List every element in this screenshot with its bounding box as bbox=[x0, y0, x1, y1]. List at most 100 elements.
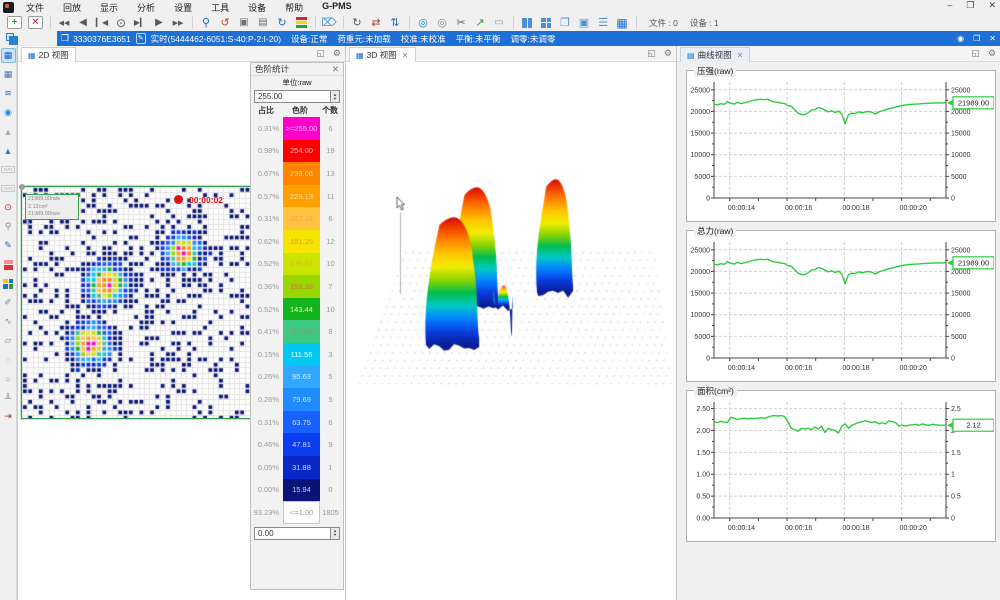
device-mode: 实时(5444462-6051:S-40:P-2:I-20) bbox=[151, 33, 281, 45]
min-spinner[interactable]: ▲▼ bbox=[330, 528, 339, 539]
menu-item-7[interactable]: 帮助 bbox=[283, 1, 305, 14]
share-icon[interactable]: ↗ bbox=[471, 15, 489, 30]
polyline-icon[interactable]: ∿ bbox=[1, 314, 16, 329]
pressure-grid-region[interactable]: 21989.00raw 2.12cm² 21989.00raw Y 00:00:… bbox=[21, 186, 252, 419]
pressure-heatmap-canvas[interactable] bbox=[22, 187, 251, 418]
region-icon[interactable]: ▭ bbox=[490, 15, 508, 30]
swap-vertical-icon[interactable]: ⇅ bbox=[386, 15, 404, 30]
pin-icon[interactable]: ⚲ bbox=[197, 15, 215, 30]
tab-3d-view[interactable]: ▦ 3D 视图 ✕ bbox=[349, 47, 416, 62]
export-region-icon[interactable]: ⇥ bbox=[1, 409, 16, 424]
menu-item-2[interactable]: 显示 bbox=[98, 1, 120, 14]
max-level-input[interactable]: 255.00 ▲▼ bbox=[254, 90, 340, 103]
menu-item-0[interactable]: 文件 bbox=[24, 1, 46, 14]
list-view-icon[interactable]: ☰ bbox=[594, 15, 612, 30]
polygon-node-icon[interactable]: ◌ bbox=[1, 352, 16, 367]
menu-item-8[interactable]: G-PMS bbox=[320, 1, 354, 14]
view-curve-icon[interactable]: ◉ bbox=[1, 105, 16, 120]
recording-dot-icon bbox=[174, 195, 183, 204]
view-3d-surface-icon[interactable]: ≋ bbox=[1, 86, 16, 101]
row-level-swatch: <=1.00 bbox=[283, 501, 320, 524]
float-window-icon[interactable]: ❐ bbox=[556, 15, 574, 30]
matrix-view-icon[interactable]: ▦ bbox=[613, 15, 631, 30]
avg-time-icon[interactable]: AVG bbox=[1, 181, 16, 196]
tab-close-icon[interactable]: ✕ bbox=[402, 51, 409, 60]
close-frame-icon[interactable]: ✕ bbox=[28, 16, 43, 29]
edit-device-icon[interactable]: ✎ bbox=[136, 33, 146, 44]
focus-blue-icon[interactable]: ◎ bbox=[414, 15, 432, 30]
trash-icon[interactable]: ⌦ bbox=[320, 15, 338, 30]
peak-blue-icon[interactable]: ▲ bbox=[1, 143, 16, 158]
loop-icon[interactable]: ↺ bbox=[216, 15, 234, 30]
view-2d-split-icon[interactable]: ▦ bbox=[1, 67, 16, 82]
camera-sync-icon[interactable]: ↻ bbox=[273, 15, 291, 30]
tab-curve-view[interactable]: ▤ 曲线视图 ✕ bbox=[680, 47, 750, 62]
menu-item-4[interactable]: 设置 bbox=[172, 1, 194, 14]
camera-icon[interactable]: ▣ bbox=[235, 15, 253, 30]
panel-3d-view: ▦ 3D 视图 ✕ ◱ ⚙ bbox=[345, 46, 676, 600]
step-back-icon[interactable]: ◀ bbox=[74, 15, 92, 30]
surface-3d-canvas[interactable] bbox=[346, 62, 675, 599]
probe-icon[interactable]: ⚲ bbox=[1, 219, 16, 234]
device-bar-controls: ◉ ❐ ✕ bbox=[957, 31, 996, 46]
menu-item-3[interactable]: 分析 bbox=[135, 1, 157, 14]
menu-item-5[interactable]: 工具 bbox=[209, 1, 231, 14]
camera-export-icon[interactable]: ▤ bbox=[254, 15, 272, 30]
column-header-1: 色阶 bbox=[281, 105, 319, 116]
close-icon[interactable]: ✕ bbox=[988, 0, 996, 11]
scissors-icon[interactable]: ✂ bbox=[452, 15, 470, 30]
minimize-icon[interactable]: – bbox=[947, 0, 952, 11]
max-spinner[interactable]: ▲▼ bbox=[330, 91, 339, 102]
expand-icon[interactable]: ◱ bbox=[647, 48, 656, 59]
monitor-icon[interactable]: ▣ bbox=[575, 15, 593, 30]
avg-frames-icon[interactable]: AVG bbox=[1, 162, 16, 177]
palette-grid-icon[interactable] bbox=[1, 276, 16, 291]
record-stop-icon[interactable]: ⊙ bbox=[112, 15, 130, 30]
gear-icon[interactable]: ⚙ bbox=[333, 48, 341, 59]
tab-close-icon[interactable]: ✕ bbox=[737, 51, 744, 60]
color-panel-close-icon[interactable]: ✕ bbox=[332, 64, 339, 75]
skip-end-icon[interactable]: ▶▎ bbox=[131, 15, 149, 30]
svg-text:5000: 5000 bbox=[951, 174, 967, 181]
focus-gray-icon[interactable]: ◎ bbox=[433, 15, 451, 30]
min-level-input[interactable]: 0.00 ▲▼ bbox=[254, 527, 340, 540]
rect-tool-icon[interactable]: ▱ bbox=[1, 333, 16, 348]
tab-2d-view[interactable]: ▦ 2D 视图 bbox=[21, 47, 76, 62]
close-bar-icon[interactable]: ✕ bbox=[989, 34, 996, 43]
gear-icon[interactable]: ⚙ bbox=[664, 48, 672, 59]
device-status-1: 荷重元:未加载 bbox=[337, 33, 390, 45]
pencil-icon[interactable]: ✐ bbox=[1, 295, 16, 310]
tab-curve-label: 曲线视图 bbox=[698, 49, 732, 61]
add-frame-icon[interactable]: + bbox=[7, 16, 22, 29]
gear-icon[interactable]: ⚙ bbox=[988, 48, 996, 59]
colorbar-icon[interactable] bbox=[292, 15, 310, 30]
expand-icon[interactable]: ◱ bbox=[316, 48, 325, 59]
rotate-icon[interactable]: ↻ bbox=[348, 15, 366, 30]
color-scale-row: 0.98%254.0019 bbox=[251, 140, 343, 163]
annotate-pen-icon[interactable]: ✎ bbox=[1, 238, 16, 253]
fast-forward-icon[interactable]: ▶▶ bbox=[169, 15, 187, 30]
view-2d-icon[interactable]: ▦ bbox=[1, 48, 16, 63]
axis-tool-icon[interactable]: ╨ bbox=[1, 390, 16, 405]
play-icon[interactable]: ▶ bbox=[150, 15, 168, 30]
skip-start-icon[interactable]: ▎◀ bbox=[93, 15, 111, 30]
record-dot-icon[interactable]: ⊙ bbox=[1, 200, 16, 215]
menu-item-1[interactable]: 回放 bbox=[61, 1, 83, 14]
measurement-info-box[interactable]: 21989.00raw 2.12cm² 21989.00raw bbox=[25, 194, 79, 220]
expand-icon[interactable]: ◱ bbox=[971, 48, 980, 59]
svg-text:20000: 20000 bbox=[691, 269, 711, 276]
rewind-icon[interactable]: ◀◀ bbox=[55, 15, 73, 30]
region-handle[interactable] bbox=[19, 184, 25, 190]
maximize-icon[interactable]: ❒ bbox=[966, 0, 974, 11]
dock-columns-icon[interactable] bbox=[518, 15, 536, 30]
circle-tool-icon[interactable]: ○ bbox=[1, 371, 16, 386]
menu-item-6[interactable]: 设备 bbox=[246, 1, 268, 14]
gradient-swatch-icon[interactable] bbox=[1, 257, 16, 272]
dock-grid-icon[interactable] bbox=[537, 15, 555, 30]
record-indicator-icon[interactable]: ◉ bbox=[957, 34, 964, 43]
swap-horizontal-icon[interactable]: ⇄ bbox=[367, 15, 385, 30]
peak-gray-icon[interactable]: ▲ bbox=[1, 124, 16, 139]
panel-curve-view: ▤ 曲线视图 ✕ ◱ ⚙ 压强(raw) 0050005000100001000… bbox=[676, 46, 1000, 600]
cascade-windows-icon[interactable] bbox=[6, 33, 14, 41]
float-icon[interactable]: ❐ bbox=[973, 34, 980, 43]
